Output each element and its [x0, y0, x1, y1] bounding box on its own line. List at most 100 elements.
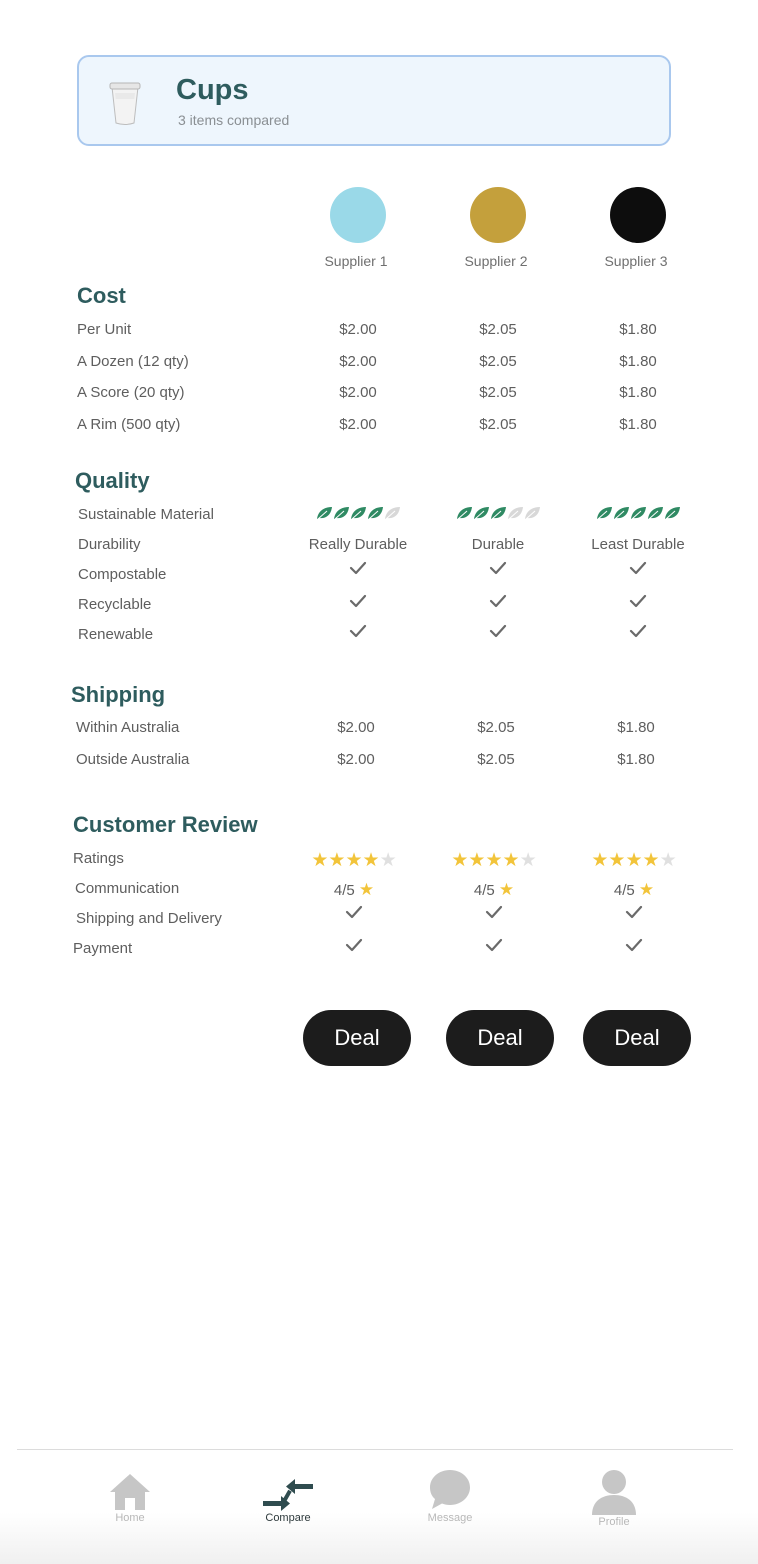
deal-button-supplier-1[interactable]: Deal — [303, 1010, 411, 1066]
nav-item-message[interactable]: Message — [400, 1468, 500, 1524]
check-icon — [284, 905, 424, 924]
star-rating: ★★★★★ — [424, 851, 564, 870]
message-icon — [430, 1470, 470, 1509]
check-icon — [564, 905, 704, 924]
cost-row-label: Per Unit — [77, 321, 132, 338]
cost-value: $1.80 — [619, 353, 657, 370]
sustainable-material-label: Sustainable Material — [78, 506, 214, 523]
nav-item-compare[interactable]: Compare — [238, 1476, 338, 1524]
star-icon: ★ — [591, 850, 609, 871]
cup-icon — [109, 79, 141, 127]
cost-value: $2.00 — [339, 321, 377, 338]
star-icon: ★ — [451, 850, 469, 871]
cost-value: $1.80 — [619, 321, 657, 338]
durability-value: Least Durable — [591, 536, 685, 553]
cost-value: $2.05 — [479, 353, 517, 370]
check-icon — [568, 624, 708, 643]
cost-value: $1.80 — [619, 384, 657, 401]
communication-score: 4/5 ★ — [424, 880, 564, 900]
recyclable-label: Recyclable — [78, 596, 152, 613]
home-icon — [110, 1474, 150, 1510]
check-icon — [428, 594, 568, 613]
nav-label: Home — [115, 1512, 145, 1524]
sustainable-leaf-rating — [568, 506, 708, 525]
check-icon — [288, 624, 428, 643]
payment-label: Payment — [73, 940, 133, 957]
compare-icon — [263, 1479, 313, 1511]
supplier-1-avatar[interactable] — [330, 187, 386, 243]
nav-label: Message — [427, 1512, 473, 1524]
shipping-value: $2.05 — [477, 719, 515, 736]
compostable-label: Compostable — [78, 566, 167, 583]
deal-button-supplier-3[interactable]: Deal — [583, 1010, 691, 1066]
durability-value: Durable — [471, 536, 525, 553]
check-icon — [568, 561, 708, 580]
star-rating: ★★★★★ — [284, 851, 424, 870]
sustainable-leaf-rating — [288, 506, 428, 525]
cost-section-title: Cost — [77, 283, 126, 308]
cost-value: $2.00 — [339, 416, 377, 433]
shipping-value: $2.00 — [337, 719, 375, 736]
supplier-3-avatar[interactable] — [610, 187, 666, 243]
customer-review-section-title: Customer Review — [73, 812, 258, 837]
star-icon: ★ — [642, 850, 660, 871]
shipping-section-title: Shipping — [71, 682, 166, 707]
communication-value: 4/5 — [333, 882, 355, 899]
check-icon — [288, 594, 428, 613]
shipping-delivery-label: Shipping and Delivery — [76, 910, 222, 927]
star-icon: ★ — [502, 850, 520, 871]
nav-label: Compare — [265, 1512, 311, 1524]
sustainable-leaf-rating — [428, 506, 568, 525]
durability-value: Really Durable — [308, 536, 408, 553]
check-icon — [568, 594, 708, 613]
star-icon: ★ — [358, 880, 375, 899]
communication-label: Communication — [75, 880, 180, 897]
check-icon — [284, 938, 424, 957]
nav-label: Profile — [598, 1516, 630, 1528]
star-icon: ★ — [625, 850, 643, 871]
cost-value: $2.05 — [479, 321, 517, 338]
cost-value: $2.00 — [339, 384, 377, 401]
cost-row-label: A Dozen (12 qty) — [77, 353, 189, 370]
star-icon: ★ — [345, 850, 363, 871]
nav-item-home[interactable]: Home — [80, 1472, 180, 1524]
ratings-label: Ratings — [73, 850, 124, 867]
communication-score: 4/5 ★ — [284, 880, 424, 900]
profile-icon — [592, 1470, 636, 1515]
shipping-row-label: Within Australia — [76, 719, 180, 736]
shipping-row-label: Outside Australia — [76, 751, 190, 768]
star-icon: ★ — [468, 850, 486, 871]
cost-row-label: A Rim (500 qty) — [77, 416, 181, 433]
star-icon: ★ — [659, 850, 677, 871]
header-card: Cups 3 items compared — [77, 55, 671, 146]
star-icon: ★ — [608, 850, 626, 871]
durability-label: Durability — [78, 536, 141, 553]
star-icon: ★ — [519, 850, 537, 871]
star-icon: ★ — [485, 850, 503, 871]
check-icon — [564, 938, 704, 957]
check-icon — [424, 905, 564, 924]
check-icon — [428, 561, 568, 580]
deal-button-supplier-2[interactable]: Deal — [446, 1010, 554, 1066]
cost-value: $2.05 — [479, 384, 517, 401]
star-icon: ★ — [379, 850, 397, 871]
check-icon — [288, 561, 428, 580]
supplier-2-label: Supplier 2 — [464, 253, 528, 269]
star-icon: ★ — [311, 850, 329, 871]
star-icon: ★ — [362, 850, 380, 871]
supplier-3-label: Supplier 3 — [604, 253, 668, 269]
shipping-value: $2.00 — [337, 751, 375, 768]
supplier-2-avatar[interactable] — [470, 187, 526, 243]
communication-value: 4/5 — [473, 882, 495, 899]
cost-value: $1.80 — [619, 416, 657, 433]
cost-row-label: A Score (20 qty) — [77, 384, 185, 401]
communication-value: 4/5 — [613, 882, 635, 899]
star-icon: ★ — [328, 850, 346, 871]
cost-value: $2.00 — [339, 353, 377, 370]
star-icon: ★ — [638, 880, 655, 899]
shipping-value: $2.05 — [477, 751, 515, 768]
supplier-1-label: Supplier 1 — [324, 253, 388, 269]
quality-section-title: Quality — [75, 468, 150, 493]
page-title: Cups — [176, 74, 249, 106]
nav-item-profile[interactable]: Profile — [564, 1468, 664, 1528]
